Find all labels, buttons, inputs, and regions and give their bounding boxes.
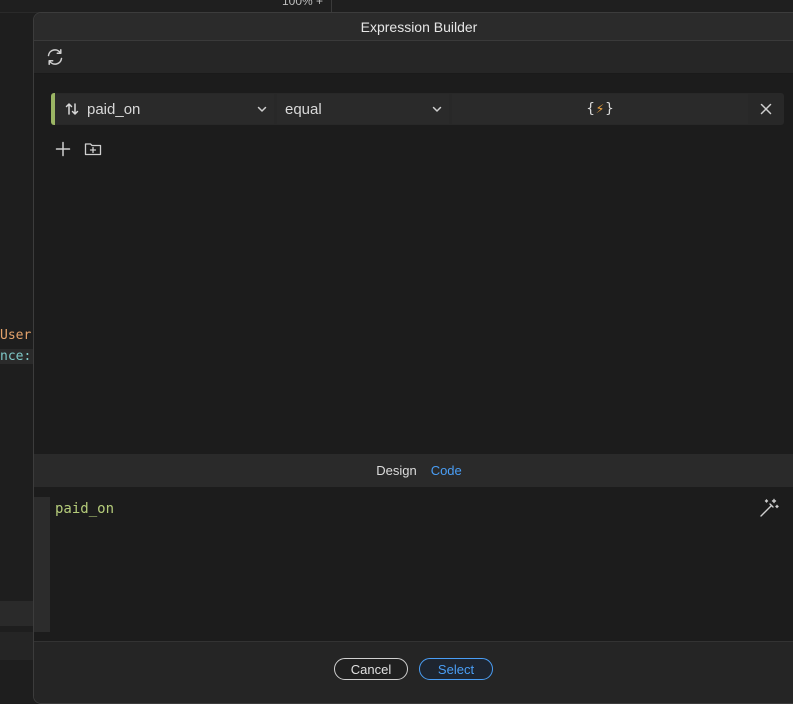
tab-design[interactable]: Design bbox=[376, 463, 416, 478]
background-panel-strip bbox=[0, 601, 34, 626]
field-select[interactable]: paid_on bbox=[55, 94, 274, 124]
dialog-titlebar: Expression Builder bbox=[34, 13, 793, 41]
folder-plus-icon bbox=[84, 143, 102, 156]
background-code-line: nce: bbox=[0, 349, 34, 364]
zoom-label: 100% + bbox=[282, 0, 324, 8]
code-editor[interactable]: paid_on bbox=[34, 487, 793, 632]
tab-code[interactable]: Code bbox=[431, 463, 462, 478]
condition-builder: paid_on equal {⚡} bbox=[34, 74, 793, 454]
remove-condition-button[interactable] bbox=[748, 94, 784, 124]
add-actions bbox=[54, 140, 102, 158]
plus-icon bbox=[55, 141, 71, 157]
dialog-footer: Cancel Select bbox=[34, 641, 793, 703]
close-icon bbox=[760, 103, 772, 115]
refresh-icon[interactable] bbox=[45, 47, 65, 67]
dialog-title: Expression Builder bbox=[360, 18, 478, 35]
chevron-down-icon bbox=[257, 106, 267, 112]
chevron-down-icon bbox=[432, 106, 442, 112]
cancel-button[interactable]: Cancel bbox=[334, 658, 408, 680]
background-panel-strip bbox=[0, 632, 34, 660]
expression-icon[interactable]: {⚡} bbox=[586, 101, 613, 117]
value-input[interactable]: {⚡} bbox=[452, 94, 748, 124]
sort-icon bbox=[65, 102, 79, 116]
magic-wand-icon[interactable] bbox=[758, 497, 780, 519]
operator-select[interactable]: equal bbox=[277, 94, 449, 124]
background-code-line: User bbox=[0, 328, 32, 343]
operator-select-value: equal bbox=[285, 100, 322, 118]
add-group-button[interactable] bbox=[84, 140, 102, 158]
expression-builder-dialog: Expression Builder paid_on equal {⚡} D… bbox=[33, 12, 793, 704]
code-editor-text[interactable]: paid_on bbox=[55, 501, 114, 517]
condition-row: paid_on equal {⚡} bbox=[51, 93, 784, 125]
select-button[interactable]: Select bbox=[419, 658, 493, 680]
topbar-divider bbox=[331, 0, 332, 12]
editor-gutter bbox=[34, 497, 50, 632]
view-tabs: Design Code bbox=[34, 454, 793, 487]
add-condition-button[interactable] bbox=[54, 140, 72, 158]
field-select-value: paid_on bbox=[87, 100, 141, 118]
dialog-toolbar bbox=[34, 41, 793, 74]
